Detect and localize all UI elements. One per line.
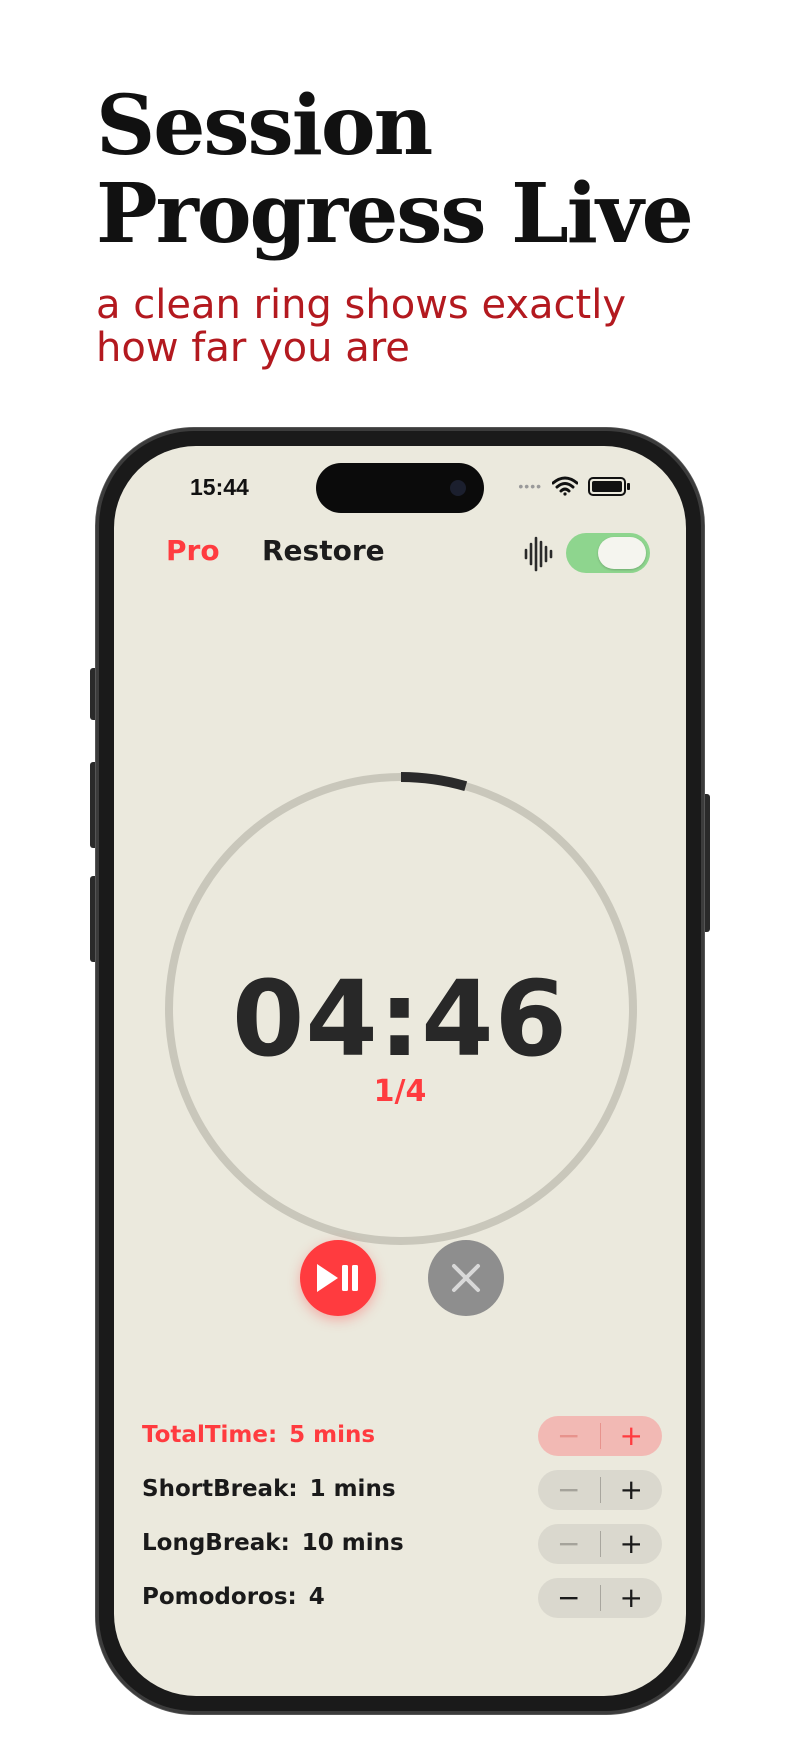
- total-time-increment-button[interactable]: +: [601, 1416, 663, 1456]
- total-time-stepper: − +: [538, 1416, 662, 1456]
- stop-button[interactable]: [428, 1240, 504, 1316]
- round-indicator: 1/4: [373, 1074, 427, 1109]
- setting-long-break: LongBreak: 10 mins: [142, 1530, 404, 1556]
- promo-title-line-1: Session: [96, 78, 433, 174]
- setting-label: TotalTime:: [142, 1422, 278, 1448]
- play-pause-icon: [317, 1264, 358, 1292]
- timer-display: 04:46: [231, 958, 569, 1080]
- long-break-increment-button[interactable]: +: [601, 1524, 663, 1564]
- promo-subtitle-line-2: how far you are: [96, 325, 410, 371]
- setting-short-break: ShortBreak: 1 mins: [142, 1476, 396, 1502]
- promo-title-line-2: Progress Live: [96, 166, 694, 262]
- pomodoros-stepper: − +: [538, 1578, 662, 1618]
- short-break-stepper: − +: [538, 1470, 662, 1510]
- setting-value: 4: [308, 1584, 325, 1610]
- setting-label: Pomodoros:: [142, 1584, 297, 1610]
- app-screen: 15:44 •••• Pro Restore 04:46 1/4 TotalTi…: [114, 446, 686, 1696]
- pomodoros-increment-button[interactable]: +: [601, 1578, 663, 1618]
- short-break-increment-button[interactable]: +: [601, 1470, 663, 1510]
- long-break-decrement-button[interactable]: −: [538, 1524, 600, 1564]
- setting-pomodoros: Pomodoros: 4: [142, 1584, 325, 1610]
- setting-label: ShortBreak:: [142, 1476, 298, 1502]
- short-break-decrement-button[interactable]: −: [538, 1470, 600, 1510]
- promo-subtitle: a clean ring shows exactly how far you a…: [96, 284, 626, 370]
- setting-total-time: TotalTime: 5 mins: [142, 1422, 375, 1448]
- promo-subtitle-line-1: a clean ring shows exactly: [96, 282, 627, 328]
- setting-value: 10 mins: [301, 1530, 404, 1556]
- total-time-decrement-button[interactable]: −: [538, 1416, 600, 1456]
- play-pause-button[interactable]: [300, 1240, 376, 1316]
- pomodoros-decrement-button[interactable]: −: [538, 1578, 600, 1618]
- promo-title: Session Progress Live: [96, 82, 694, 258]
- setting-value: 1 mins: [309, 1476, 396, 1502]
- close-icon: [452, 1264, 480, 1292]
- long-break-stepper: − +: [538, 1524, 662, 1564]
- setting-label: LongBreak:: [142, 1530, 290, 1556]
- setting-value: 5 mins: [289, 1422, 376, 1448]
